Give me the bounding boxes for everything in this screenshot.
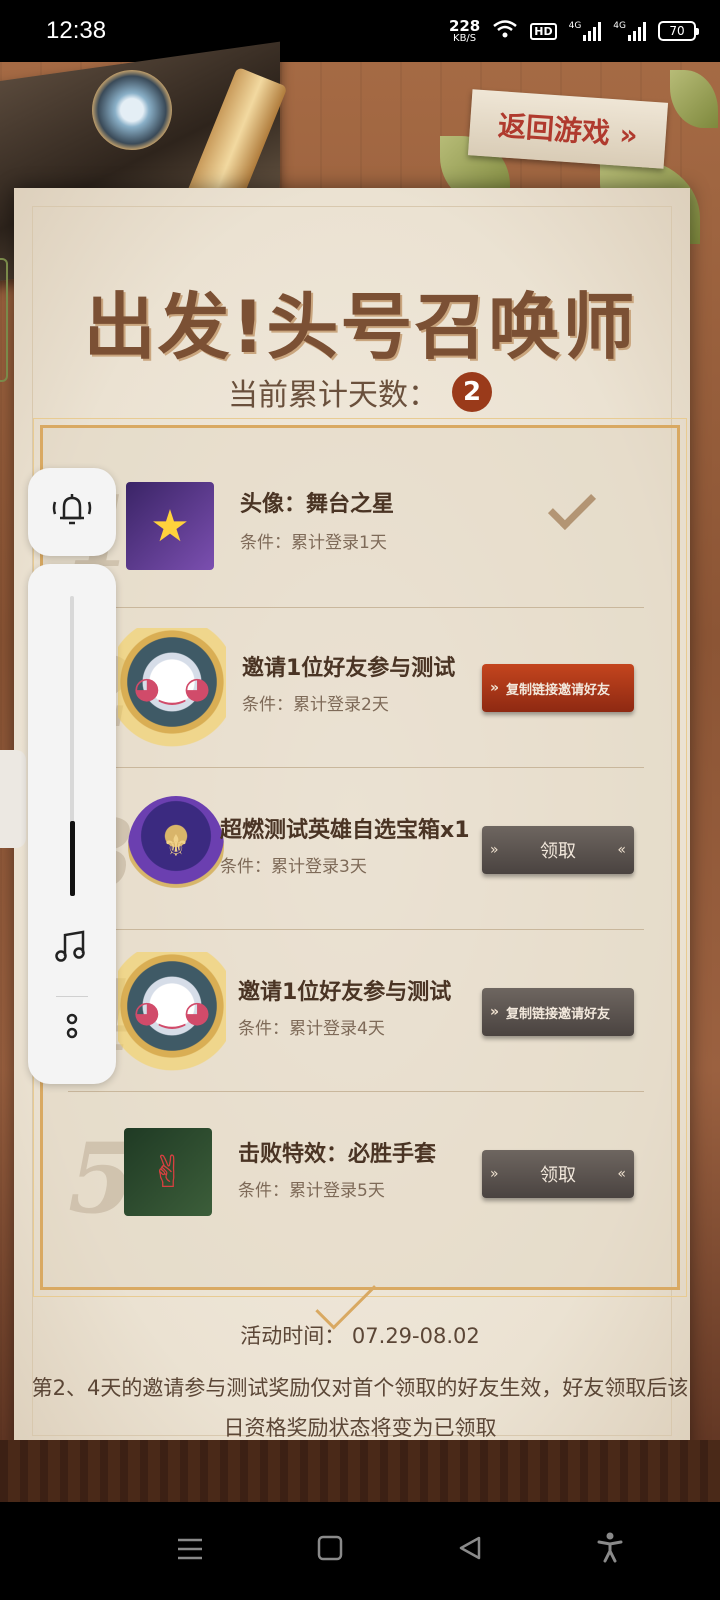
- edge-handle[interactable]: [0, 750, 26, 848]
- days-label: 当前累计天数：: [228, 378, 438, 413]
- days-count-badge: 2: [452, 372, 492, 412]
- victory-glove-icon: ✌: [124, 1128, 212, 1216]
- home-icon[interactable]: [300, 1534, 360, 1569]
- reward-row-2: 2 ◕‿◕ 邀请1位好友参与测试 条件：累计登录2天 » 复制链接邀请好友: [68, 608, 644, 768]
- row-divider: [68, 1091, 644, 1092]
- row-divider: [68, 929, 644, 930]
- volume-panel: [28, 564, 116, 1084]
- reward-row-1: 1 ★ 头像：舞台之星 条件：累计登录1天: [68, 448, 644, 608]
- page-title: 出发!头号召唤师: [83, 285, 637, 369]
- edge-handle[interactable]: [0, 258, 8, 382]
- navigation-bar: [0, 1502, 720, 1600]
- activity-time: 活动时间： 07.29-08.02: [240, 1324, 480, 1348]
- reward-title: 头像：舞台之星: [240, 492, 395, 517]
- reward-title: 邀请1位好友参与测试: [242, 656, 456, 681]
- reward-row-5: 5 ✌ 击败特效：必胜手套 条件：累计登录5天 » 领取 «: [68, 1094, 644, 1254]
- status-bar: 12:38 228 KB/S HD 4G 4G 70: [0, 0, 720, 62]
- chevron-right-icon: »: [490, 1004, 500, 1020]
- star-avatar-icon: ★: [126, 482, 214, 570]
- accessibility-icon[interactable]: [580, 1531, 640, 1571]
- more-options-icon[interactable]: [28, 1010, 116, 1050]
- row-divider: [68, 767, 644, 768]
- chevron-right-icon: »: [490, 1166, 499, 1182]
- chevron-left-icon: «: [617, 1166, 626, 1182]
- reward-title: 超燃测试英雄自选宝箱x1: [220, 818, 470, 843]
- poro-icon: ◕‿◕: [118, 952, 226, 1072]
- network-speed: 228 KB/S: [448, 16, 481, 44]
- signal-1-icon: 4G: [569, 21, 602, 41]
- chevron-left-icon: «: [617, 842, 626, 858]
- reward-condition: 条件：累计登录1天: [240, 533, 387, 553]
- activity-note: 第2、4天的邀请参与测试奖励仅对首个领取的好友生效，好友领取后该日资格奖励状态将…: [31, 1376, 689, 1440]
- chevron-right-icon: »: [490, 680, 500, 696]
- button-label: 复制链接邀请好友: [505, 682, 610, 698]
- reward-row-3: 3 ⚜ 超燃测试英雄自选宝箱x1 条件：累计登录3天 » 领取 «: [68, 770, 644, 930]
- reward-title: 击败特效：必胜手套: [238, 1142, 437, 1167]
- claim-button[interactable]: » 领取 «: [482, 1150, 634, 1198]
- hero-chest-icon: ⚜: [128, 796, 224, 896]
- network-speed-value: 228: [448, 16, 481, 35]
- signal-1-label: 4G: [568, 21, 582, 31]
- reward-title: 邀请1位好友参与测试: [238, 980, 452, 1005]
- volume-slider-fill[interactable]: [70, 821, 75, 896]
- signal-2-icon: 4G: [613, 21, 646, 41]
- battery-icon: 70: [658, 21, 699, 41]
- hd-badge: HD: [530, 22, 557, 40]
- accumulated-days: 当前累计天数： 2: [0, 370, 720, 414]
- signal-2-label: 4G: [613, 21, 626, 31]
- reward-row-4: 4 ◕‿◕ 邀请1位好友参与测试 条件：累计登录4天 » 复制链接邀请好友: [68, 932, 644, 1092]
- chevron-right-icon: »: [490, 842, 499, 858]
- return-to-game-button[interactable]: 返回游戏 »: [467, 89, 669, 169]
- panel-divider: [56, 996, 88, 997]
- bell-icon: [50, 490, 94, 534]
- claim-button[interactable]: » 领取 «: [482, 826, 634, 874]
- reward-condition: 条件：累计登录4天: [238, 1019, 385, 1039]
- wifi-icon: [492, 19, 518, 44]
- button-label: 领取: [540, 841, 576, 862]
- poro-icon: ◕‿◕: [118, 628, 226, 748]
- bell-button[interactable]: [28, 468, 116, 556]
- battery-level: 70: [669, 24, 685, 38]
- reward-condition: 条件：累计登录2天: [242, 695, 389, 715]
- network-speed-unit: KB/S: [453, 32, 477, 44]
- reward-condition: 条件：累计登录5天: [238, 1181, 385, 1201]
- claimed-check-icon: [547, 481, 597, 531]
- wood-floor-decoration: [0, 1440, 720, 1502]
- reward-condition: 条件：累计登录3天: [220, 857, 367, 877]
- status-time: 12:38: [46, 17, 107, 44]
- music-note-icon[interactable]: [28, 928, 116, 972]
- copy-invite-link-button[interactable]: » 复制链接邀请好友: [482, 988, 634, 1036]
- back-icon[interactable]: [440, 1534, 500, 1569]
- button-label: 复制链接邀请好友: [505, 1006, 610, 1022]
- status-icons: 228 KB/S HD 4G 4G 70: [448, 16, 699, 44]
- button-label: 领取: [540, 1165, 576, 1186]
- gadget-lens-decoration: [92, 70, 172, 150]
- copy-invite-link-button[interactable]: » 复制链接邀请好友: [482, 664, 634, 712]
- menu-icon[interactable]: [160, 1534, 220, 1569]
